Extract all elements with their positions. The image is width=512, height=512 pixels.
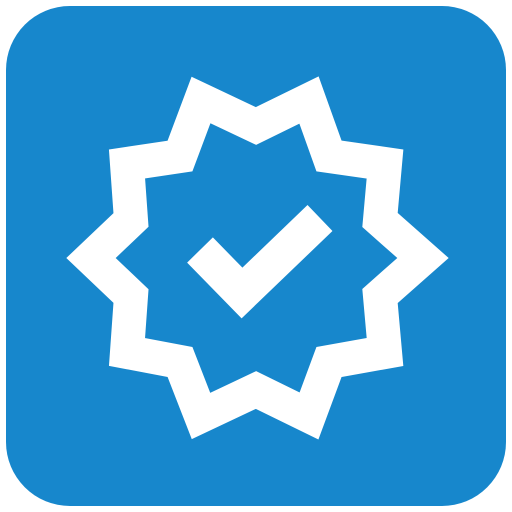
- verified-badge-icon: [6, 6, 506, 506]
- app-icon-tile[interactable]: [6, 6, 506, 506]
